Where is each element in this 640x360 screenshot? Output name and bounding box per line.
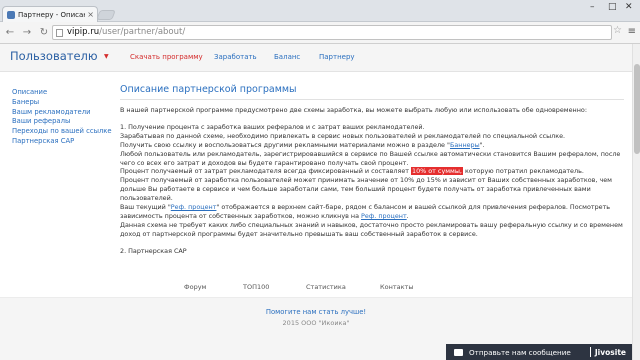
text: Процент получаемый от затрат рекламодате…	[120, 167, 412, 176]
scrollbar-thumb[interactable]	[634, 64, 640, 154]
main-content: Описание партнерской программы В нашей п…	[120, 84, 624, 256]
sidebar-item-link-clicks[interactable]: Переходы по вашей ссылке	[12, 127, 112, 137]
page-icon	[56, 29, 63, 37]
footer-link-stats[interactable]: Статистика	[306, 283, 346, 291]
scheme-1-line-6: Ваш текущий "Реф. процент" отображается …	[120, 203, 624, 221]
sidebar-item-description[interactable]: Описание	[12, 88, 112, 98]
text: Получить свою ссылку и воспользоваться д…	[120, 140, 450, 149]
reload-icon[interactable]: ↻	[37, 27, 51, 38]
caret-down-icon[interactable]: ▼	[104, 53, 109, 60]
divider	[589, 347, 591, 357]
highlighted-percent: 10% от суммы,	[411, 167, 463, 176]
footer-link-contacts[interactable]: Контакты	[380, 283, 413, 291]
footer-links: Форум ТОП100 Статистика Контакты	[0, 283, 632, 293]
minimize-icon[interactable]: –	[590, 2, 595, 12]
bookmark-star-icon[interactable]: ☆	[613, 25, 622, 36]
close-window-icon[interactable]: ✕	[625, 2, 633, 12]
chat-label[interactable]: Отправьте нам сообщение	[469, 348, 590, 357]
sidebar-item-partner-cap[interactable]: Партнерская CAP	[12, 137, 112, 147]
scheme-1-title: 1. Получение процента с заработка ваших …	[120, 122, 425, 131]
brand-dropdown[interactable]: Пользователю	[10, 49, 98, 63]
text: .	[406, 211, 409, 220]
url-path: /user/partner/about/	[99, 27, 186, 37]
jivosite-logo: Jivosite	[594, 347, 626, 357]
nav-earn[interactable]: Заработать	[214, 53, 257, 61]
banners-link[interactable]: Баннеры	[450, 141, 480, 149]
nav-balance[interactable]: Баланс	[274, 53, 300, 61]
browser-menu-icon[interactable]: ≡	[628, 26, 636, 37]
scheme-2-title: 2. Партнерская CAP	[120, 246, 187, 255]
address-toolbar: ← → ↻ vipip.ru/user/partner/about/ ☆ ≡	[0, 22, 640, 44]
message-icon	[454, 348, 463, 356]
page: Пользователю ▼ Скачать программу Заработ…	[0, 44, 632, 360]
back-icon[interactable]: ←	[3, 27, 17, 38]
page-title: Описание партнерской программы	[120, 84, 624, 100]
new-tab-button[interactable]	[96, 10, 116, 20]
nav-download-program[interactable]: Скачать программу	[130, 53, 203, 61]
ref-percent-link-2[interactable]: Реф. процент	[361, 212, 407, 220]
sidebar-item-advertisers[interactable]: Вашм рекламодатели	[12, 108, 112, 118]
forward-icon[interactable]: →	[20, 27, 34, 38]
intro-text: В нашей партнерской программе предусмотр…	[120, 106, 587, 114]
scheme-1-line-4: Процент получаемый от затрат рекламодате…	[120, 167, 624, 176]
copyright: 2015 ООО "Икоика"	[282, 319, 350, 327]
scrollbar[interactable]	[632, 44, 640, 360]
site-navbar: Пользователю ▼ Скачать программу Заработ…	[0, 44, 632, 72]
chat-widget[interactable]: Отправьте нам сообщение Jivosite	[446, 344, 632, 360]
url-host: vipip.ru	[67, 27, 100, 37]
text: ".	[479, 140, 485, 149]
browser-tab[interactable]: Партнеру - Описание п ×	[2, 6, 98, 22]
text: Ваш текущий "	[120, 203, 171, 212]
scheme-1-line-7: Данная схема не требует каких либо специ…	[120, 220, 623, 238]
sidebar-item-referrals[interactable]: Ваши рефералы	[12, 117, 112, 127]
browser-tabstrip: Партнеру - Описание п × – □ ✕	[0, 0, 640, 22]
sidebar: Описание Банеры Вашм рекламодатели Ваши …	[12, 88, 112, 147]
text: которую потратил рекламодатель.	[462, 167, 584, 176]
tab-close-icon[interactable]: ×	[87, 10, 94, 19]
footer-link-forum[interactable]: Форум	[184, 283, 206, 291]
nav-partner[interactable]: Партнеру	[319, 53, 355, 61]
ref-percent-link[interactable]: Реф. процент	[171, 203, 217, 211]
scheme-1-line-5: Процент получаемый от заработка пользова…	[120, 176, 612, 203]
scheme-1-line-2: Получить свою ссылку и воспользоваться д…	[120, 141, 624, 150]
scheme-1-line-1: Зарабатывая по данной схеме, необходимо …	[120, 131, 566, 140]
url-field[interactable]: vipip.ru/user/partner/about/	[52, 25, 612, 40]
feedback-link[interactable]: Помогите нам стать лучше!	[0, 308, 632, 316]
maximize-icon[interactable]: □	[608, 2, 617, 12]
sidebar-item-banners[interactable]: Банеры	[12, 98, 112, 108]
favicon-icon	[7, 10, 15, 19]
tab-title: Партнеру - Описание п	[18, 10, 85, 19]
scheme-1-line-3: Любой пользователь или рекламодатель, за…	[120, 149, 621, 167]
footer-link-top100[interactable]: ТОП100	[243, 283, 269, 291]
